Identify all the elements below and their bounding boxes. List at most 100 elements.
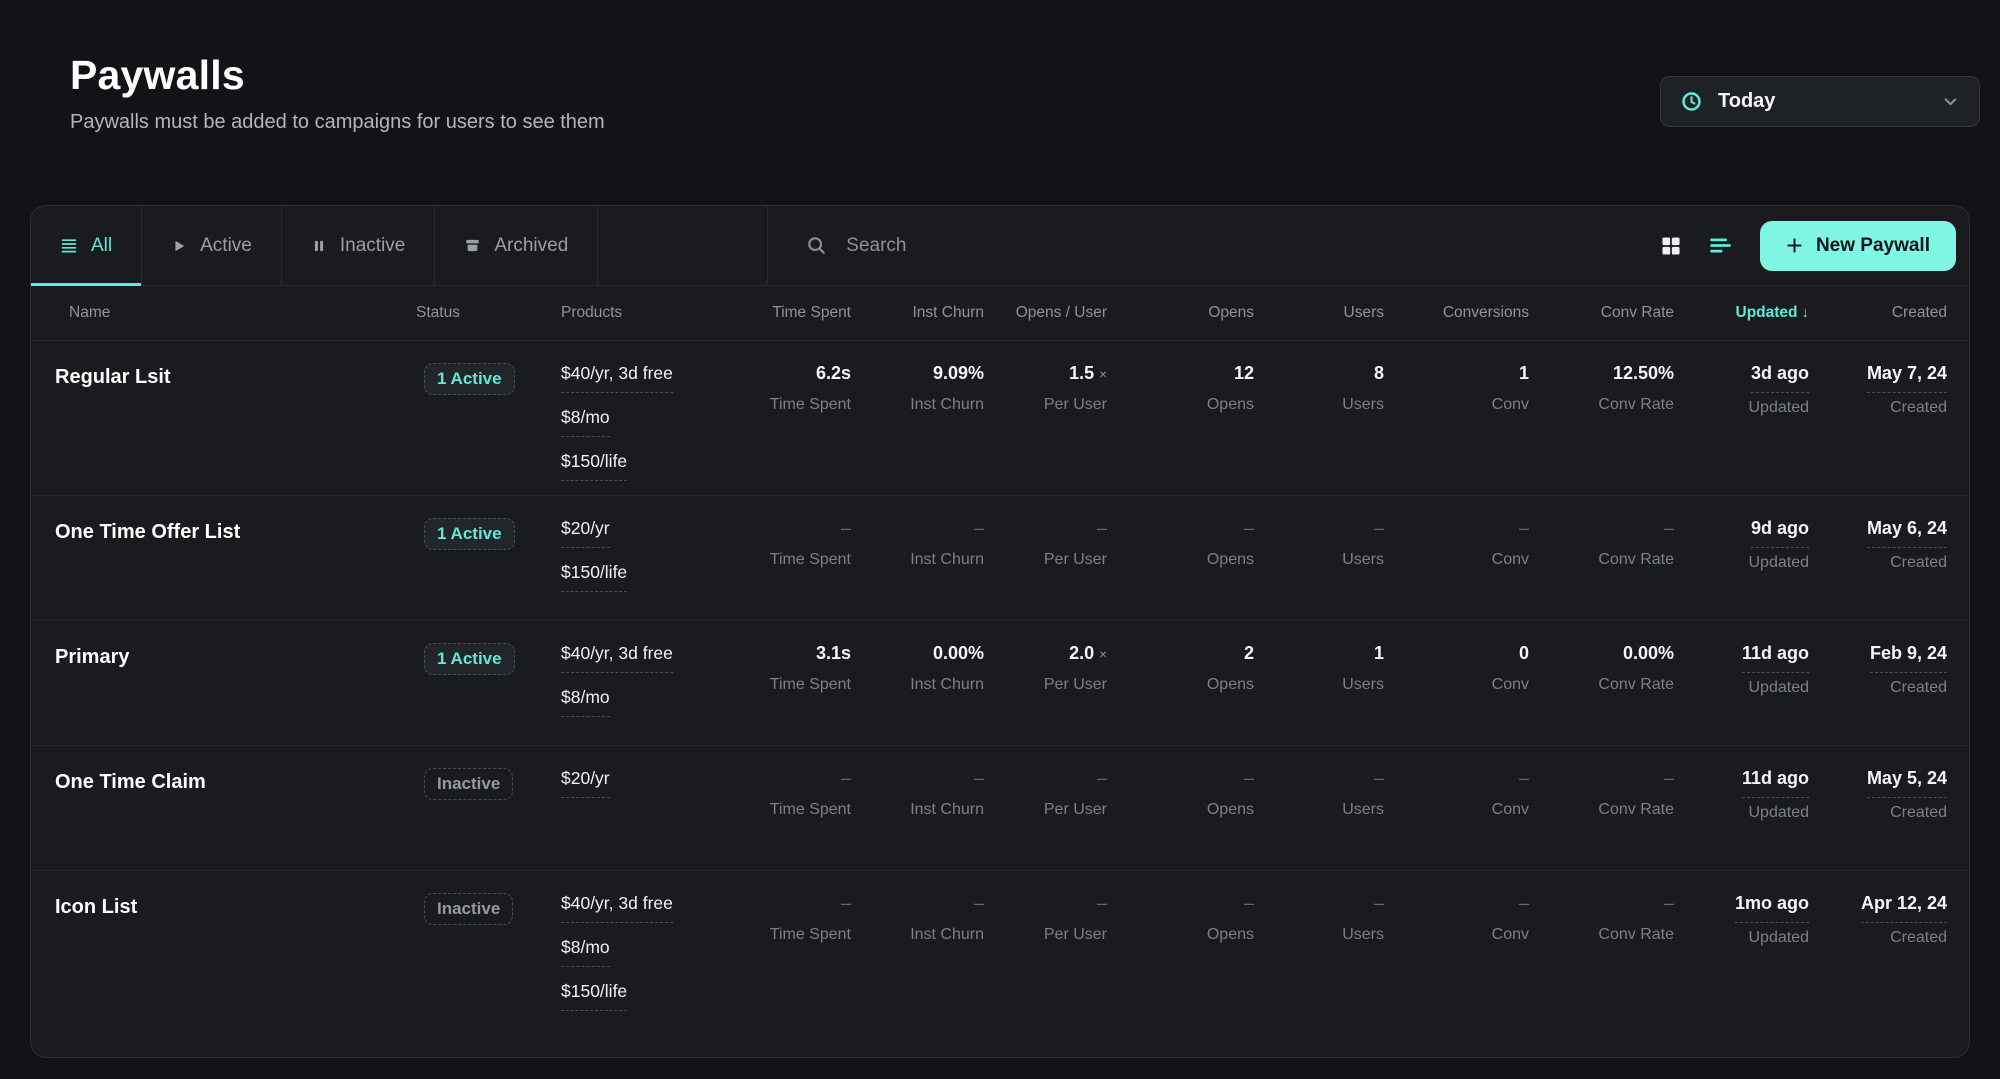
column-header-conv-rate[interactable]: Conv Rate	[1529, 304, 1674, 322]
column-header-created[interactable]: Created	[1809, 304, 1947, 322]
metric-value: –	[1254, 518, 1384, 540]
table-row[interactable]: One Time Offer List1 Active$20/yr$150/li…	[31, 496, 1969, 621]
tab-label: All	[91, 235, 112, 257]
metric-cell: 1.5×Per User	[984, 363, 1107, 414]
tab-archived[interactable]: Archived	[435, 206, 598, 285]
product-price[interactable]: $20/yr	[561, 768, 610, 798]
metric-value: –	[1254, 893, 1384, 915]
metric-value: 2	[1107, 643, 1254, 665]
metric-label: Conv	[1384, 676, 1529, 694]
column-header-users[interactable]: Users	[1254, 304, 1384, 322]
updated-label: Updated	[1674, 554, 1809, 572]
created-value[interactable]: May 6, 24	[1867, 518, 1947, 548]
column-header-status[interactable]: Status	[416, 304, 561, 322]
metric-cell: 0.00%Inst Churn	[851, 643, 984, 694]
metric-cell: 1Conv	[1384, 363, 1529, 414]
column-header-conversions[interactable]: Conversions	[1384, 304, 1529, 322]
created-label: Created	[1809, 804, 1947, 822]
created-value[interactable]: May 7, 24	[1867, 363, 1947, 393]
metric-value: 2.0×	[984, 643, 1107, 665]
tab-active[interactable]: Active	[142, 206, 282, 285]
product-price[interactable]: $8/mo	[561, 407, 610, 437]
column-header-products[interactable]: Products	[561, 304, 746, 322]
tab-inactive[interactable]: Inactive	[282, 206, 435, 285]
metric-cell: –Users	[1254, 768, 1384, 819]
metric-cell: 1Users	[1254, 643, 1384, 694]
tab-label: Active	[200, 235, 252, 257]
updated-label: Updated	[1674, 804, 1809, 822]
product-price[interactable]: $20/yr	[561, 518, 610, 548]
created-value[interactable]: May 5, 24	[1867, 768, 1947, 798]
metric-cell: – Inst Churn	[851, 518, 984, 569]
product-price[interactable]: $8/mo	[561, 937, 610, 967]
date-filter-button[interactable]: Today	[1660, 76, 1980, 127]
created-value[interactable]: Feb 9, 24	[1870, 643, 1947, 673]
metric-value: –	[1384, 518, 1529, 540]
metric-cell: –Inst Churn	[851, 768, 984, 819]
column-header-inst-churn[interactable]: Inst Churn	[851, 304, 984, 322]
metric-cell: –Per User	[984, 518, 1107, 569]
updated-value[interactable]: 11d ago	[1742, 643, 1809, 673]
product-price[interactable]: $150/life	[561, 981, 627, 1011]
product-price[interactable]: $40/yr, 3d free	[561, 893, 673, 923]
search-input[interactable]	[844, 234, 1264, 258]
table-row[interactable]: Icon ListInactive$40/yr, 3d free$8/mo$15…	[31, 871, 1969, 1025]
column-header-time-spent[interactable]: Time Spent	[746, 304, 851, 322]
status-cell: Inactive	[416, 768, 561, 800]
table-row[interactable]: Primary1 Active$40/yr, 3d free$8/mo3.1sT…	[31, 621, 1969, 746]
updated-cell: 1mo ago Updated	[1674, 893, 1809, 947]
product-price[interactable]: $150/life	[561, 562, 627, 592]
metric-cell: 3.1sTime Spent	[746, 643, 851, 694]
column-header-opens[interactable]: Opens	[1107, 304, 1254, 322]
status-badge: 1 Active	[424, 518, 515, 550]
paywalls-panel: All Active Inactive Archived New Paywall Na…	[30, 205, 1970, 1058]
updated-cell: 11d agoUpdated	[1674, 643, 1809, 697]
tab-all[interactable]: All	[31, 206, 142, 285]
metric-cell: –Conv Rate	[1529, 518, 1674, 569]
metric-cell: –Opens	[1107, 893, 1254, 944]
metric-cell: 12.50%Conv Rate	[1529, 363, 1674, 414]
created-value[interactable]: Apr 12, 24	[1861, 893, 1947, 923]
product-price[interactable]: $40/yr, 3d free	[561, 643, 673, 673]
updated-label: Updated	[1674, 399, 1809, 417]
metric-cell: –Time Spent	[746, 518, 851, 569]
metric-value: –	[984, 893, 1107, 915]
updated-value[interactable]: 1mo ago	[1735, 893, 1809, 923]
list-view-icon[interactable]	[1709, 234, 1732, 257]
updated-cell: 3d ago Updated	[1674, 363, 1809, 417]
new-paywall-button[interactable]: New Paywall	[1760, 221, 1956, 271]
metric-value: –	[851, 518, 984, 540]
metric-value: 1	[1384, 363, 1529, 385]
table-row[interactable]: Regular Lsit1 Active$40/yr, 3d free$8/mo…	[31, 341, 1969, 496]
table-body: Regular Lsit 1 Active $40/yr, 3d free $8/mo…	[31, 341, 1969, 1025]
column-header-updated[interactable]: Updated↓	[1674, 304, 1809, 322]
updated-label: Updated	[1674, 929, 1809, 947]
metric-value: –	[851, 768, 984, 790]
metric-cell: 2.0×Per User	[984, 643, 1107, 694]
grid-view-icon[interactable]	[1660, 235, 1682, 257]
table-row[interactable]: One Time ClaimInactive$20/yr–Time Spent–…	[31, 746, 1969, 871]
metric-cell: –Opens	[1107, 768, 1254, 819]
metric-label: Conv Rate	[1529, 926, 1674, 944]
metric-value: 6.2s	[746, 363, 851, 385]
updated-value[interactable]: 3d ago	[1751, 363, 1809, 393]
paywall-name: Regular Lsit	[55, 363, 416, 389]
metric-value: –	[1107, 518, 1254, 540]
updated-value[interactable]: 9d ago	[1751, 518, 1809, 548]
metric-label: Inst Churn	[851, 551, 984, 569]
metric-label: Conv	[1384, 551, 1529, 569]
multiplier-suffix: ×	[1099, 367, 1107, 382]
metric-cell: –Per User	[984, 893, 1107, 944]
product-price[interactable]: $150/life	[561, 451, 627, 481]
metric-cell: 6.2sTime Spent	[746, 363, 851, 414]
created-label: Created	[1809, 679, 1947, 697]
product-price[interactable]: $40/yr, 3d free	[561, 363, 673, 393]
column-header-opens-user[interactable]: Opens / User	[984, 304, 1107, 322]
metric-value: 9.09%	[851, 363, 984, 385]
metric-cell: –Conv Rate	[1529, 893, 1674, 944]
metric-value: 0.00%	[851, 643, 984, 665]
tab-label: Archived	[494, 235, 568, 257]
column-header-name[interactable]: Name	[55, 304, 416, 322]
updated-value[interactable]: 11d ago	[1742, 768, 1809, 798]
product-price[interactable]: $8/mo	[561, 687, 610, 717]
